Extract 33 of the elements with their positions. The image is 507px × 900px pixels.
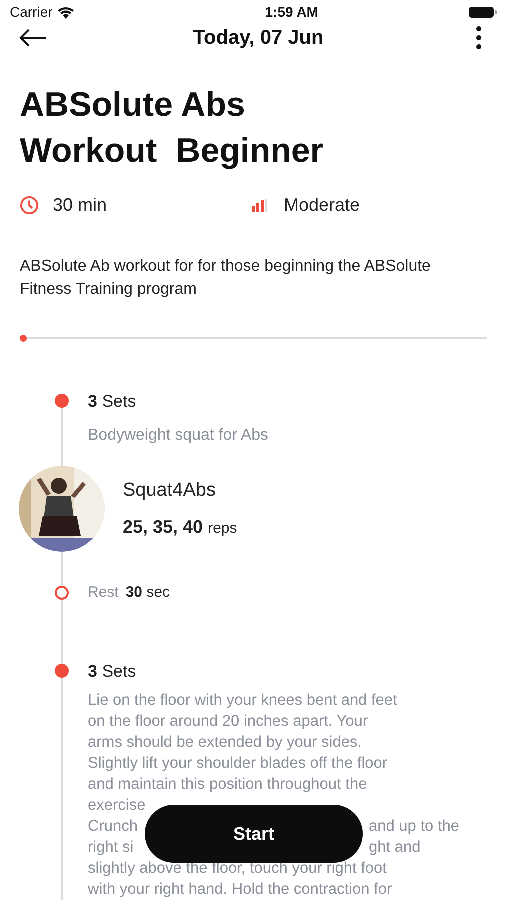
- sets-label: 3 Sets: [88, 660, 136, 682]
- rest-label: Rest: [88, 583, 119, 603]
- wifi-icon: [56, 6, 75, 19]
- exercise-instructions: and maintain this position throughout the: [88, 774, 368, 795]
- exercise-reps: 25, 35, 40 reps: [123, 516, 238, 539]
- exercise-subtitle: Bodyweight squat for Abs: [88, 427, 269, 444]
- header-title: Today, 07 Jun: [193, 26, 324, 52]
- exercise-instructions: and up to the: [369, 816, 460, 837]
- duration-label: 30 min: [53, 194, 108, 217]
- clock-icon: [20, 196, 39, 215]
- exercise-instructions: ght and: [369, 838, 421, 858]
- status-time: 1:59 AM: [265, 3, 318, 22]
- exercise-instructions: Lie on the floor with your knees bent and feet: [88, 690, 398, 711]
- signal-bars-icon: [252, 198, 268, 212]
- back-arrow-icon: [19, 28, 47, 48]
- start-button[interactable]: Start: [145, 805, 363, 863]
- battery-icon: [468, 6, 497, 19]
- exercise-instructions: Crunch: [88, 816, 138, 837]
- workout-title: ABSolute Abs: [20, 84, 246, 126]
- exercise-instructions: exercise: [88, 796, 146, 816]
- exercise-instructions: Slightly lift your shoulder blades off the floor: [88, 754, 388, 774]
- more-icon: [476, 26, 482, 50]
- exercise-instructions: arms should be extended by your sides.: [88, 732, 362, 753]
- exercise-instructions: right si: [88, 838, 134, 858]
- difficulty-label: Moderate: [284, 194, 360, 217]
- workout-description: ABSolute Ab workout for for those beginning the ABSolute Fitness Training program: [19, 256, 432, 300]
- rest-duration: 30 sec: [126, 583, 170, 603]
- exercise-name: Squat4Abs: [123, 479, 217, 504]
- exercise-instructions: with your right hand. Hold the contraction for: [88, 880, 392, 900]
- carrier-label: Carrier: [10, 3, 53, 22]
- sets-label: 3 Sets: [88, 390, 136, 412]
- exercise-instructions: on the floor around 20 inches apart. Your: [88, 712, 368, 732]
- workout-title: Workout Beginner: [20, 130, 324, 172]
